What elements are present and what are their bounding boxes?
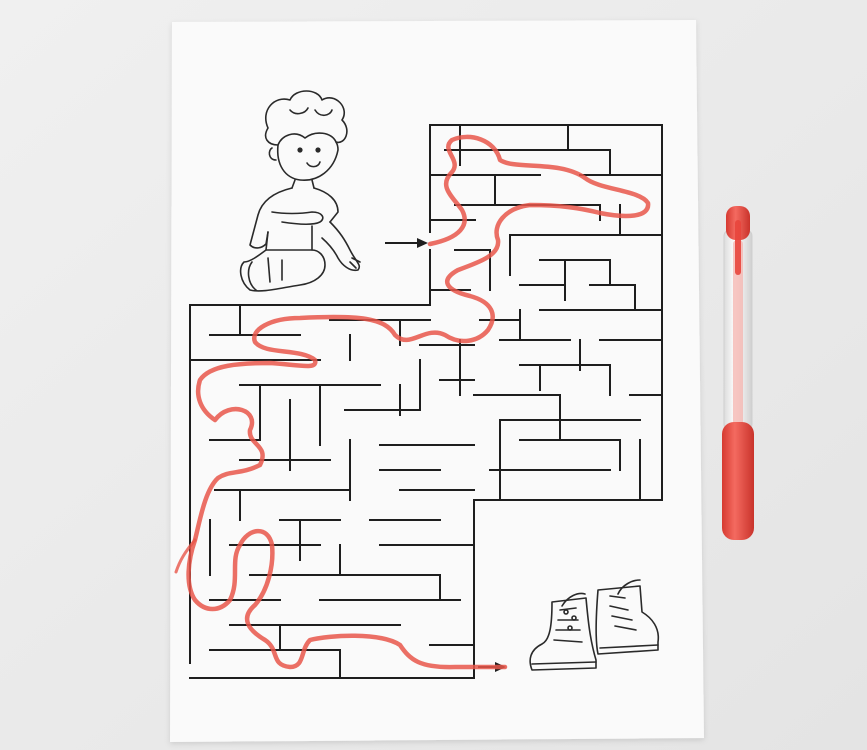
pen-grip xyxy=(722,422,754,540)
paper-sheet xyxy=(170,20,704,742)
red-marker-pen xyxy=(722,206,754,540)
photo-scene xyxy=(0,0,867,750)
pen-cap-clip xyxy=(735,220,741,275)
